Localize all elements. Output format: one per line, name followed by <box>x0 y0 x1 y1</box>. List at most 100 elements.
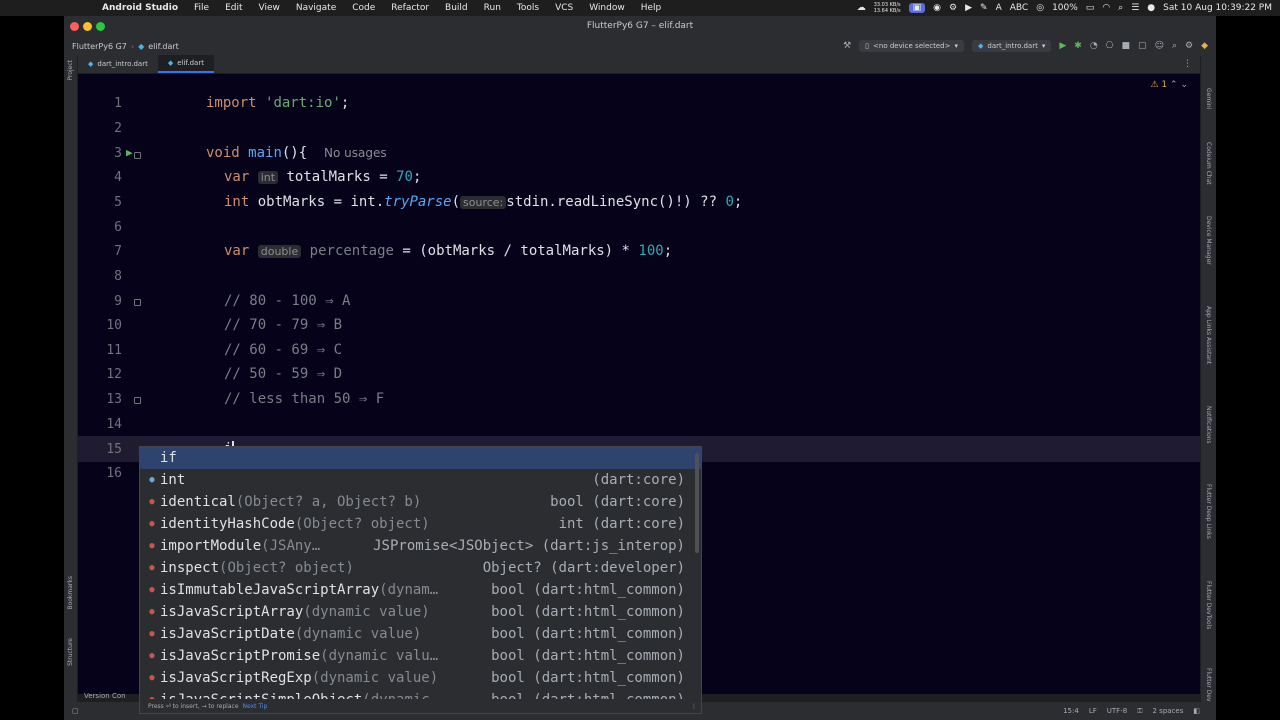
zoom-window-button[interactable] <box>96 22 105 31</box>
more-tabs-icon[interactable]: ⋮ <box>1183 59 1200 73</box>
completion-item[interactable]: ● isJavaScriptPromise (dynamic valu… boo… <box>140 645 701 667</box>
completion-item[interactable]: ● isJavaScriptDate (dynamic value) bool … <box>140 623 701 645</box>
version-control-tool-button[interactable]: Version Con <box>84 692 126 700</box>
more-options-icon[interactable]: ⋮ <box>691 703 701 710</box>
settings-gear-icon[interactable]: ⚙ <box>1185 41 1193 51</box>
play-icon[interactable]: ▶ <box>965 3 972 13</box>
debug-icon[interactable]: ✱ <box>1074 41 1082 51</box>
memory-indicator-icon[interactable]: ◧ <box>1193 707 1200 716</box>
indent-setting[interactable]: 2 spaces <box>1153 707 1184 716</box>
menu-tools[interactable]: Tools <box>509 3 547 13</box>
cloud-icon[interactable]: ☁ <box>857 3 866 13</box>
completion-scrollbar[interactable] <box>695 453 699 553</box>
app-links-tool-button[interactable]: App Links Assistant <box>1205 306 1212 364</box>
tab-label: dart_intro.dart <box>97 60 148 68</box>
completion-item[interactable]: ● isJavaScriptArray (dynamic value) bool… <box>140 601 701 623</box>
file-encoding[interactable]: UTF-8 <box>1107 707 1127 716</box>
completion-item[interactable]: if <box>140 447 701 469</box>
gemini-icon[interactable]: ◆ <box>1201 41 1208 51</box>
chevron-down-icon[interactable]: ⌄ <box>1180 80 1188 90</box>
control-center-icon[interactable]: ☰ <box>1131 3 1139 13</box>
camera-icon[interactable]: ◉ <box>933 3 941 13</box>
breadcrumb-file[interactable]: elif.dart <box>148 42 179 51</box>
completion-item[interactable]: ● importModule (JSAny… JSPromise<JSObjec… <box>140 535 701 557</box>
code-completion-popup[interactable]: if ● int (dart:core) ● identical (Object… <box>139 446 702 714</box>
minimize-window-button[interactable] <box>83 22 92 31</box>
run-icon[interactable]: ▶ <box>1059 41 1066 51</box>
flutter-dev-tool-button[interactable]: Flutter Dev <box>1205 668 1212 702</box>
completion-item[interactable]: ● inspect (Object? object) Object? (dart… <box>140 557 701 579</box>
spotlight-search-icon[interactable]: ⌕ <box>1118 3 1123 13</box>
run-config-selector[interactable]: ◆ dart_intro.dart ▾ <box>971 40 1052 52</box>
search-icon[interactable]: ⌕ <box>1172 41 1177 51</box>
menu-run[interactable]: Run <box>476 3 509 13</box>
device-mirror-icon[interactable]: ▢ <box>1138 41 1147 51</box>
fold-marker-icon[interactable] <box>134 299 141 306</box>
menu-help[interactable]: Help <box>633 3 670 13</box>
menu-view[interactable]: View <box>251 3 288 13</box>
codeium-chat-tool-button[interactable]: Codeium Chat <box>1205 142 1212 185</box>
structure-tool-button[interactable]: Structure <box>67 638 74 666</box>
menu-build[interactable]: Build <box>437 3 476 13</box>
flutter-deep-links-tool-button[interactable]: Flutter Deep Links <box>1205 484 1212 539</box>
user-icon[interactable]: ◎ <box>1036 3 1044 13</box>
wifi-icon[interactable]: ◠ <box>1102 3 1110 13</box>
menu-file[interactable]: File <box>186 3 217 13</box>
line-separator[interactable]: LF <box>1089 707 1097 716</box>
menubar-clock[interactable]: Sat 10 Aug 10:39:22 PM <box>1163 3 1272 13</box>
caret-position[interactable]: 15:4 <box>1063 707 1079 716</box>
menu-edit[interactable]: Edit <box>217 3 250 13</box>
menu-navigate[interactable]: Navigate <box>288 3 344 13</box>
tab-elif[interactable]: ◆ elif.dart <box>157 55 214 73</box>
menu-refactor[interactable]: Refactor <box>383 3 437 13</box>
profile-icon[interactable]: ◔ <box>1090 41 1098 51</box>
unused-variable: percentage <box>301 243 394 259</box>
completion-item[interactable]: ● isJavaScriptRegExp (dynamic value) boo… <box>140 667 701 689</box>
siri-icon[interactable]: ● <box>1147 3 1155 13</box>
input-source-icon[interactable]: A <box>996 3 1002 13</box>
flutter-devtools-tool-button[interactable]: Flutter DevTools <box>1205 581 1212 629</box>
status-panel-icon[interactable]: ▢ <box>64 707 79 715</box>
window-title: FlutterPy6 G7 – elif.dart <box>586 21 694 31</box>
fold-marker-icon[interactable] <box>134 152 141 159</box>
completion-args: (dynam… <box>379 582 439 598</box>
input-source-label[interactable]: ABC <box>1010 3 1028 13</box>
completion-name: identical <box>160 494 236 510</box>
account-icon[interactable]: ☺ <box>1155 41 1164 51</box>
project-tool-button[interactable]: Project <box>67 60 74 81</box>
menu-vcs[interactable]: VCS <box>547 3 581 13</box>
attach-debugger-icon[interactable]: ⎔ <box>1106 41 1114 51</box>
gear-icon[interactable]: ⚙ <box>949 3 957 13</box>
next-tip-link[interactable]: Next Tip <box>243 703 268 710</box>
pen-icon[interactable]: ✎ <box>980 3 988 13</box>
usages-hint[interactable]: No usages <box>324 146 387 160</box>
breadcrumb-separator: › <box>130 41 135 51</box>
gemini-tool-button[interactable]: Gemini <box>1205 88 1212 109</box>
bookmarks-tool-button[interactable]: Bookmarks <box>67 576 74 610</box>
status-widgets: 15:4 LF UTF-8 ⚿ 2 spaces ◧ <box>1063 707 1216 716</box>
completion-item[interactable]: ● identical (Object? a, Object? b) bool … <box>140 491 701 513</box>
battery-icon[interactable]: ▭ <box>1086 3 1095 13</box>
battery-percent[interactable]: 100% <box>1052 3 1078 13</box>
tab-dart-intro[interactable]: ◆ dart_intro.dart <box>78 55 158 73</box>
hammer-icon[interactable]: ⚒ <box>843 41 851 51</box>
run-main-gutter-icon[interactable]: ▶ <box>126 146 133 159</box>
screen-recorder-icon[interactable]: ▣ <box>908 3 926 13</box>
completion-item[interactable]: ● isImmutableJavaScriptArray (dynam… boo… <box>140 579 701 601</box>
menu-window[interactable]: Window <box>581 3 633 13</box>
fold-marker-icon[interactable] <box>134 397 141 404</box>
menu-app-name[interactable]: Android Studio <box>94 3 186 13</box>
chevron-up-icon[interactable]: ⌃ <box>1170 80 1178 90</box>
completion-item[interactable]: ● int (dart:core) <box>140 469 701 491</box>
device-manager-tool-button[interactable]: Device Manager <box>1205 216 1212 265</box>
completion-item[interactable]: ● identityHashCode (Object? object) int … <box>140 513 701 535</box>
device-selector[interactable]: ▯ <no device selected> ▾ <box>859 40 964 52</box>
stop-icon[interactable]: ■ <box>1122 41 1131 51</box>
type-inlay-hint: int <box>257 171 279 184</box>
lock-icon[interactable]: ⚿ <box>1137 707 1142 716</box>
notifications-tool-button[interactable]: Notifications <box>1205 406 1212 444</box>
breadcrumb-project[interactable]: FlutterPy6 G7 <box>72 42 127 51</box>
menu-code[interactable]: Code <box>344 3 383 13</box>
close-window-button[interactable] <box>70 22 79 31</box>
inspection-widget[interactable]: ⚠ 1 ⌃ ⌄ <box>1150 80 1188 90</box>
